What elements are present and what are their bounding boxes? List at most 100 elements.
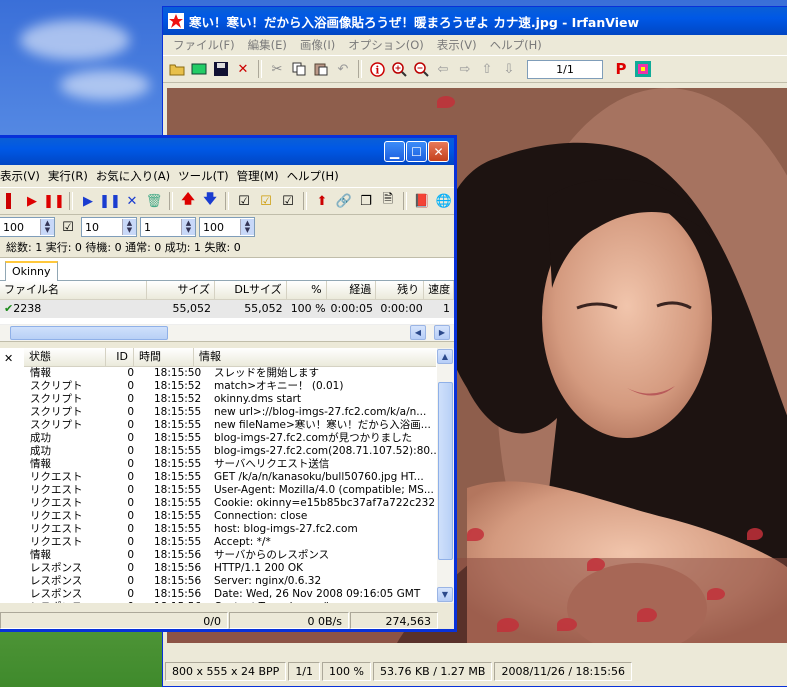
menu-run[interactable]: 実行(R) [48,168,93,184]
log-col-info[interactable]: 情報 [194,348,436,366]
document-icon[interactable]: 🗎 [378,191,398,211]
close-log-icon[interactable]: ✕ [4,352,13,365]
spin-box-1[interactable]: 100 ▲ ▼ [0,217,55,237]
next-icon[interactable]: ⇨ [455,59,475,79]
stop-icon[interactable] [0,191,20,211]
menu-help[interactable]: ヘルプ(H) [287,168,344,184]
folder-check-icon[interactable]: ☑ [256,191,276,211]
paint-icon[interactable] [633,59,653,79]
delete-icon[interactable]: ✕ [233,59,253,79]
play-red-icon[interactable]: ▶ [22,191,42,211]
zoom-out-icon[interactable] [411,59,431,79]
pause-blue-icon[interactable]: ❚❚ [99,191,121,211]
spin-arrows[interactable]: ▲ ▼ [240,219,254,235]
copy-icon[interactable]: ❐ [356,191,376,211]
scroll-left-button[interactable]: ◀ [410,325,426,340]
log-row[interactable]: レスポンス018:15:56Content-Type: image/jpeg [24,601,436,603]
col-dlsize[interactable]: DLサイズ [215,281,287,299]
scrollbar-thumb[interactable] [10,326,168,340]
page-number-field[interactable]: 1/1 [527,59,603,79]
maximize-button[interactable]: ☐ [406,141,427,162]
log-col-time[interactable]: 時間 [134,348,194,366]
pause-red-icon[interactable]: ❚❚ [43,191,65,211]
log-row[interactable]: レスポンス 0 18:15:56 HTTP/1.1 200 OK [24,562,436,575]
log-row[interactable]: 情報 0 18:15:50 スレッドを開始します [24,367,436,380]
col-size[interactable]: サイズ [147,281,215,299]
menu-file[interactable]: ファイル(F) [167,36,241,54]
log-row[interactable]: リクエスト 0 18:15:55 Accept: */* [24,536,436,549]
log-row[interactable]: リクエスト 0 18:15:55 User-Agent: Mozilla/4.0 (c… [24,484,436,497]
scroll-right-button[interactable]: ▶ [434,325,450,340]
download-manager-titlebar[interactable]: ▁ ☐ ✕ [0,138,454,165]
copy-icon[interactable] [289,59,309,79]
log-row[interactable]: リクエスト 0 18:15:55 GET /k/a/n/kanasoku/bull50… [24,471,436,484]
cut-icon[interactable]: ✂ [267,59,287,79]
move-up-icon[interactable]: 🡅 [178,191,198,211]
open-folder-icon[interactable] [167,59,187,79]
checklist-icon[interactable]: ☑ [234,191,254,211]
download-manager-window[interactable]: ▁ ☐ ✕ 表示(V) 実行(R) お気に入り(A) ツール(T) 管理(M) … [0,135,457,632]
log-row[interactable]: レスポンス 0 18:15:56 Server: nginx/0.6.32 [24,575,436,588]
menu-manage[interactable]: 管理(M) [237,168,284,184]
print-icon[interactable]: P [611,59,631,79]
menu-favorites[interactable]: お気に入り(A) [96,168,175,184]
minimize-button[interactable]: ▁ [384,141,405,162]
spin-arrows[interactable]: ▲ ▼ [181,219,195,235]
log-row[interactable]: 情報 0 18:15:55 サーバへリクエスト送信 [24,458,436,471]
move-down-icon[interactable]: 🡇 [200,191,220,211]
import-icon[interactable]: ⬆ [312,191,332,211]
zoom-in-icon[interactable] [389,59,409,79]
settings-check-icon[interactable]: ☑ [58,217,78,237]
menu-options[interactable]: オプション(O) [342,36,430,54]
col-filename[interactable]: ファイル名 [0,281,148,299]
save-icon[interactable] [211,59,231,79]
last-page-icon[interactable]: ⇩ [499,59,519,79]
trash-icon[interactable]: 🗑 [144,191,164,211]
irfanview-titlebar[interactable]: 寒い！寒い！だから入浴画像貼ろうぜ！暖まろうぜよ カナ速.jpg - Irfan… [163,7,787,35]
menu-help[interactable]: ヘルプ(H) [484,36,548,54]
menu-view[interactable]: 表示(V) [0,168,45,184]
globe-icon[interactable]: 🌐 [434,191,454,211]
log-col-status[interactable]: 状態 [24,348,106,366]
spin-box-2[interactable]: 10 ▲ ▼ [81,217,137,237]
log-row[interactable]: スクリプト 0 18:15:55 new fileName>寒い！寒い！だから入浴画.… [24,419,436,432]
paste-icon[interactable] [311,59,331,79]
spin-box-3[interactable]: 1 ▲ ▼ [140,217,196,237]
col-percent[interactable]: % [287,281,327,299]
tab-okinny[interactable]: Okinny [5,261,58,282]
col-remaining[interactable]: 残り [376,281,425,299]
log-row[interactable]: リクエスト 0 18:15:55 Connection: close [24,510,436,523]
spin-arrows[interactable]: ▲ ▼ [40,219,54,235]
log-row[interactable]: レスポンス 0 18:15:56 Date: Wed, 26 Nov 2008 09:… [24,588,436,601]
table-row[interactable]: ✔2238 55,052 55,052 100 % 0:00:05 0:00:0… [0,300,454,318]
info-icon[interactable]: i [367,59,387,79]
book-icon[interactable]: 📕 [412,191,432,211]
log-row[interactable]: 成功 0 18:15:55 blog-imgs-27.fc2.com(208.71.1… [24,445,436,458]
menu-view[interactable]: 表示(V) [431,36,483,54]
delete-icon[interactable]: ✕ [122,191,142,211]
spin-arrows[interactable]: ▲ ▼ [122,219,136,235]
slideshow-icon[interactable] [189,59,209,79]
log-row[interactable]: 成功 0 18:15:55 blog-imgs-27.fc2.comが見つかりました [24,432,436,445]
col-speed[interactable]: 速度 [424,281,454,299]
col-elapsed[interactable]: 経過 [327,281,377,299]
menu-edit[interactable]: 編集(E) [242,36,293,54]
scroll-up-button[interactable]: ▲ [437,349,453,364]
scrollbar-thumb[interactable] [438,382,453,560]
log-row[interactable]: スクリプト 0 18:15:55 new url>://blog-imgs-27.fc… [24,406,436,419]
log-row[interactable]: スクリプト 0 18:15:52 match>オキニー！ (0.01) [24,380,436,393]
scroll-down-button[interactable]: ▼ [437,587,453,602]
menu-tools[interactable]: ツール(T) [178,168,234,184]
horizontal-scrollbar[interactable]: ◀ ▶ [0,324,454,341]
menu-image[interactable]: 画像(I) [294,36,341,54]
close-button[interactable]: ✕ [428,141,449,162]
log-row[interactable]: 情報 0 18:15:56 サーバからのレスポンス [24,549,436,562]
spin-box-4[interactable]: 100 ▲ ▼ [199,217,255,237]
previous-icon[interactable]: ⇦ [433,59,453,79]
vertical-scrollbar[interactable]: ▲ ▼ [437,348,454,603]
first-page-icon[interactable]: ⇧ [477,59,497,79]
log-row[interactable]: リクエスト 0 18:15:55 Cookie: okinny=e15b85bc37a… [24,497,436,510]
log-row[interactable]: リクエスト 0 18:15:55 host: blog-imgs-27.fc2.com [24,523,436,536]
log-row[interactable]: スクリプト 0 18:15:52 okinny.dms start [24,393,436,406]
link-icon[interactable]: 🔗 [334,191,354,211]
